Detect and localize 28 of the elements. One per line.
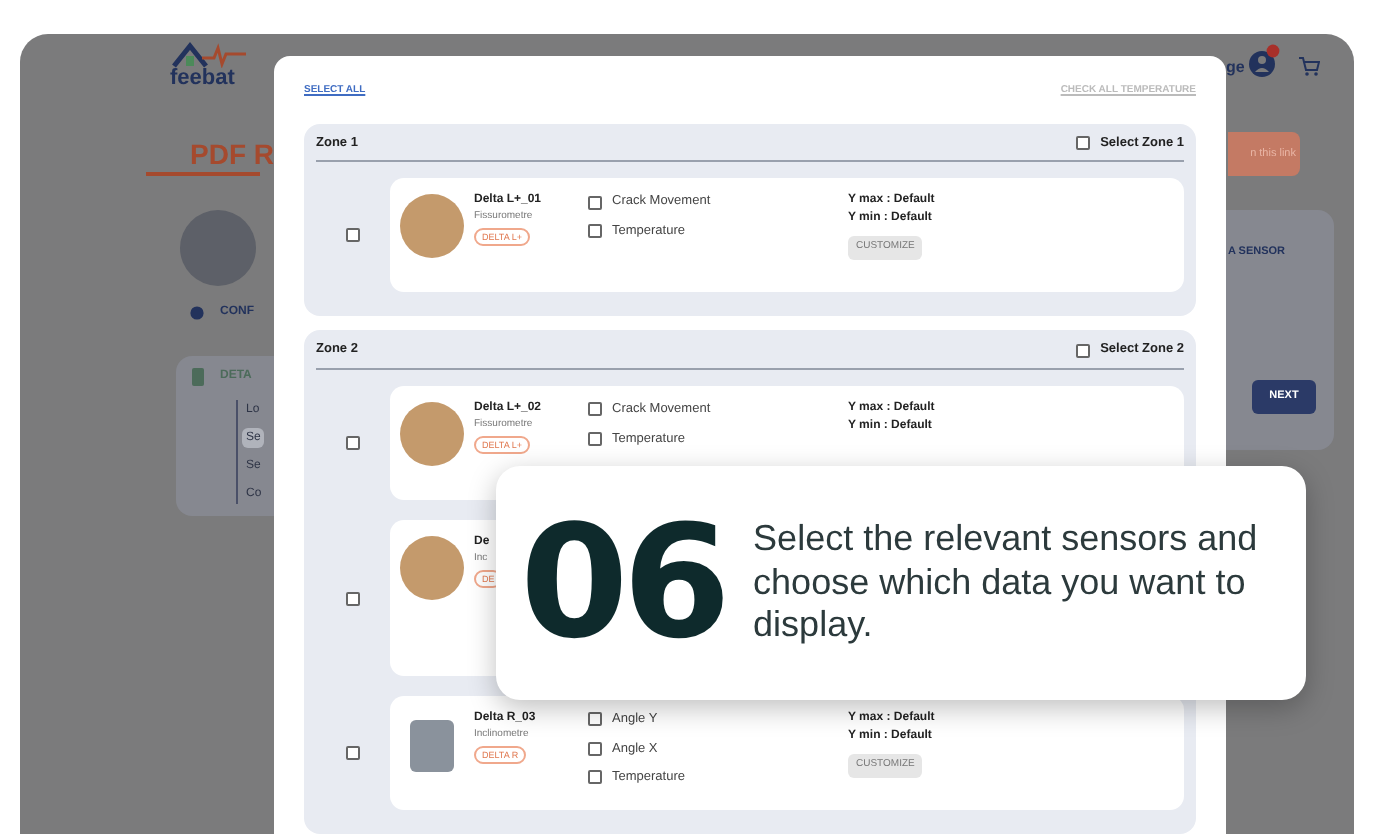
photo-placeholder	[400, 536, 464, 601]
page-title: PDF R	[190, 140, 274, 168]
header-link[interactable]: ge	[1226, 56, 1245, 80]
title-underline	[146, 172, 260, 176]
checkbox[interactable]	[346, 228, 360, 243]
checkbox[interactable]	[346, 436, 360, 451]
photo-placeholder	[400, 194, 464, 259]
checkbox[interactable]	[588, 741, 602, 756]
user-icon[interactable]	[1248, 44, 1280, 78]
blob-icon	[190, 306, 204, 320]
checkbox[interactable]	[346, 746, 360, 761]
checkbox[interactable]	[1076, 135, 1091, 150]
checkbox[interactable]	[588, 402, 602, 417]
photo-placeholder	[410, 720, 454, 773]
step-number: 06	[520, 505, 726, 661]
checkbox[interactable]	[588, 770, 602, 785]
step-text: Select the relevant sensors and choose which data you want to display.	[753, 517, 1260, 649]
checkbox[interactable]	[588, 224, 602, 238]
house-logo-icon	[170, 40, 250, 68]
checkbox[interactable]	[588, 712, 602, 727]
cart-icon[interactable]	[1298, 56, 1320, 76]
checkbox[interactable]	[1076, 343, 1091, 358]
document-icon	[192, 368, 204, 386]
logo-text: feebat	[170, 68, 235, 90]
checkbox[interactable]	[588, 195, 602, 210]
checkbox[interactable]	[346, 591, 360, 606]
photo-placeholder	[400, 402, 464, 467]
checkbox[interactable]	[588, 431, 602, 446]
